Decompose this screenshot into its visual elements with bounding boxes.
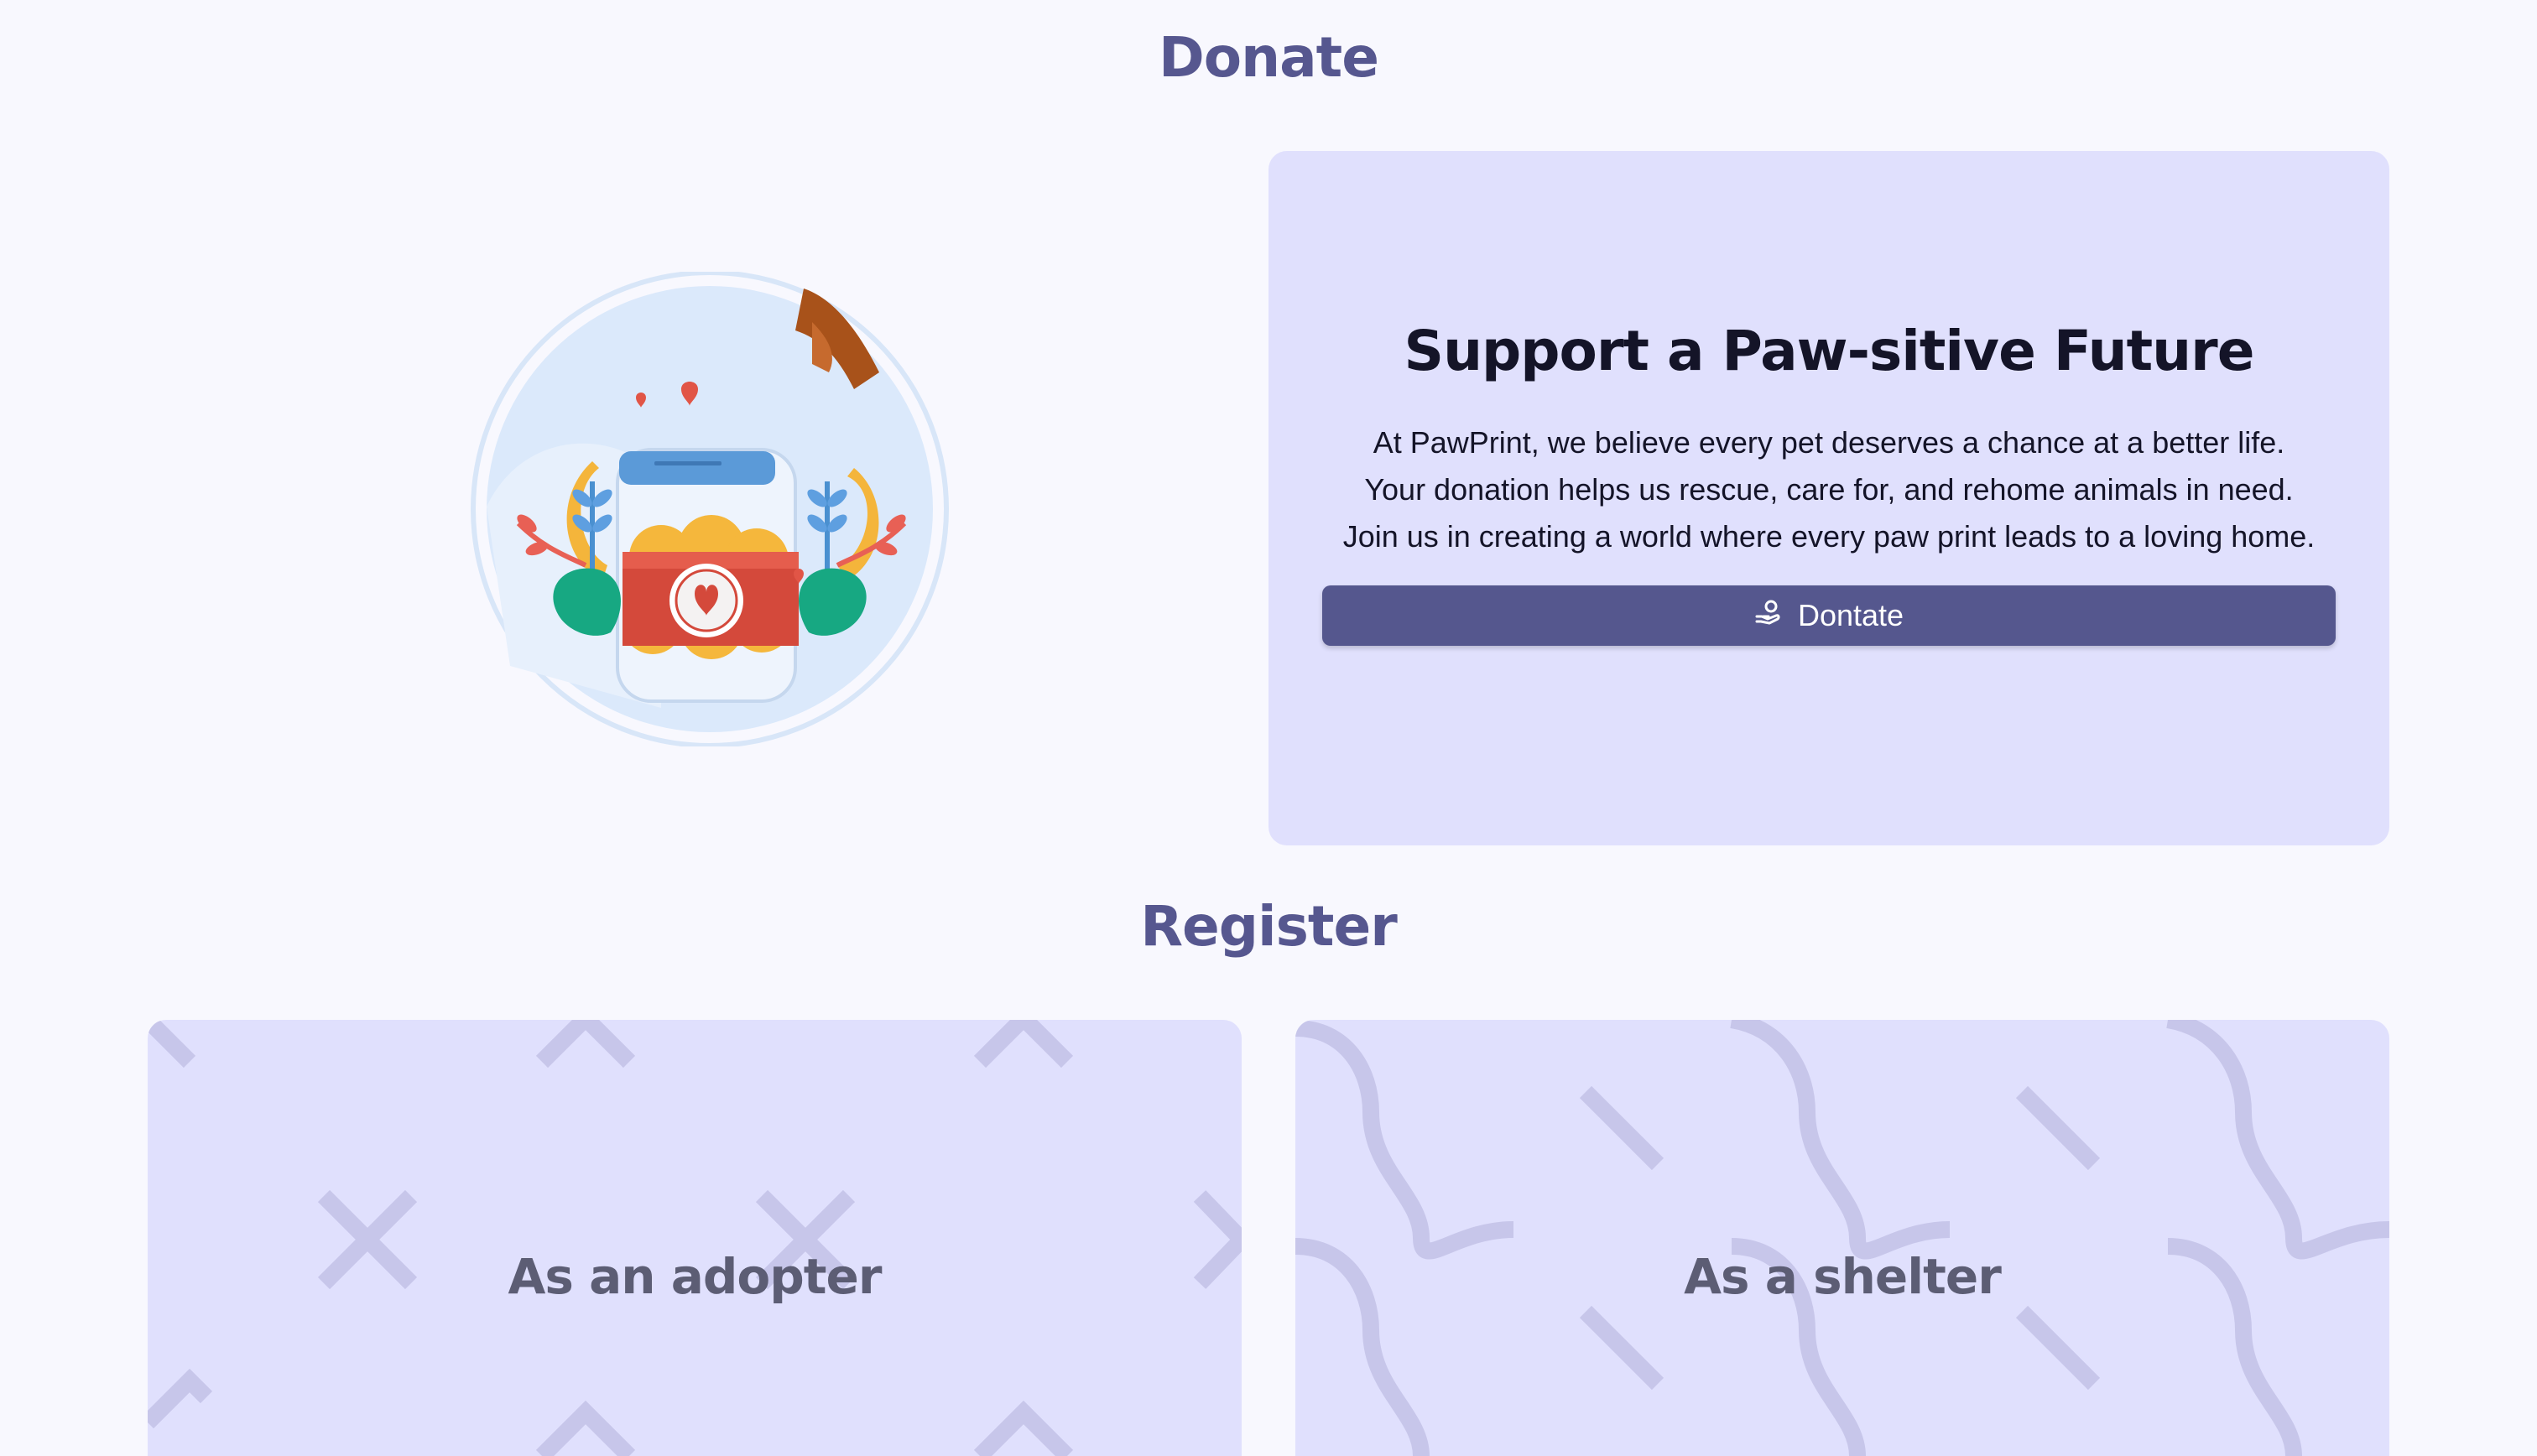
- donate-card-heading: Support a Paw-sitive Future: [1404, 319, 2255, 383]
- donate-button-label: Dontate: [1797, 598, 1904, 632]
- register-shelter-card[interactable]: As a shelter: [1295, 1020, 2389, 1456]
- donate-card-description: At PawPrint, we believe every pet deserv…: [1268, 419, 2389, 560]
- cross-chevron-pattern: [148, 1020, 1242, 1456]
- donate-card-line: Your donation helps us rescue, care for,…: [1364, 472, 2294, 507]
- donate-section-title: Donate: [1159, 25, 1379, 90]
- register-adopter-label: As an adopter: [508, 1248, 883, 1305]
- donate-card-line: Join us in creating a world where every …: [1342, 519, 2316, 554]
- hand-coin-icon: [1754, 598, 1783, 634]
- donation-jar-illustration: [460, 270, 960, 748]
- register-adopter-card[interactable]: As an adopter: [148, 1020, 1242, 1456]
- donate-button[interactable]: Dontate: [1322, 585, 2336, 646]
- register-section-title: Register: [1140, 894, 1398, 959]
- register-shelter-label: As a shelter: [1684, 1248, 2002, 1305]
- donate-card-line: At PawPrint, we believe every pet deserv…: [1373, 425, 2285, 460]
- donate-card: Support a Paw-sitive Future At PawPrint,…: [1268, 151, 2389, 845]
- wave-slash-pattern: [1295, 1020, 2389, 1456]
